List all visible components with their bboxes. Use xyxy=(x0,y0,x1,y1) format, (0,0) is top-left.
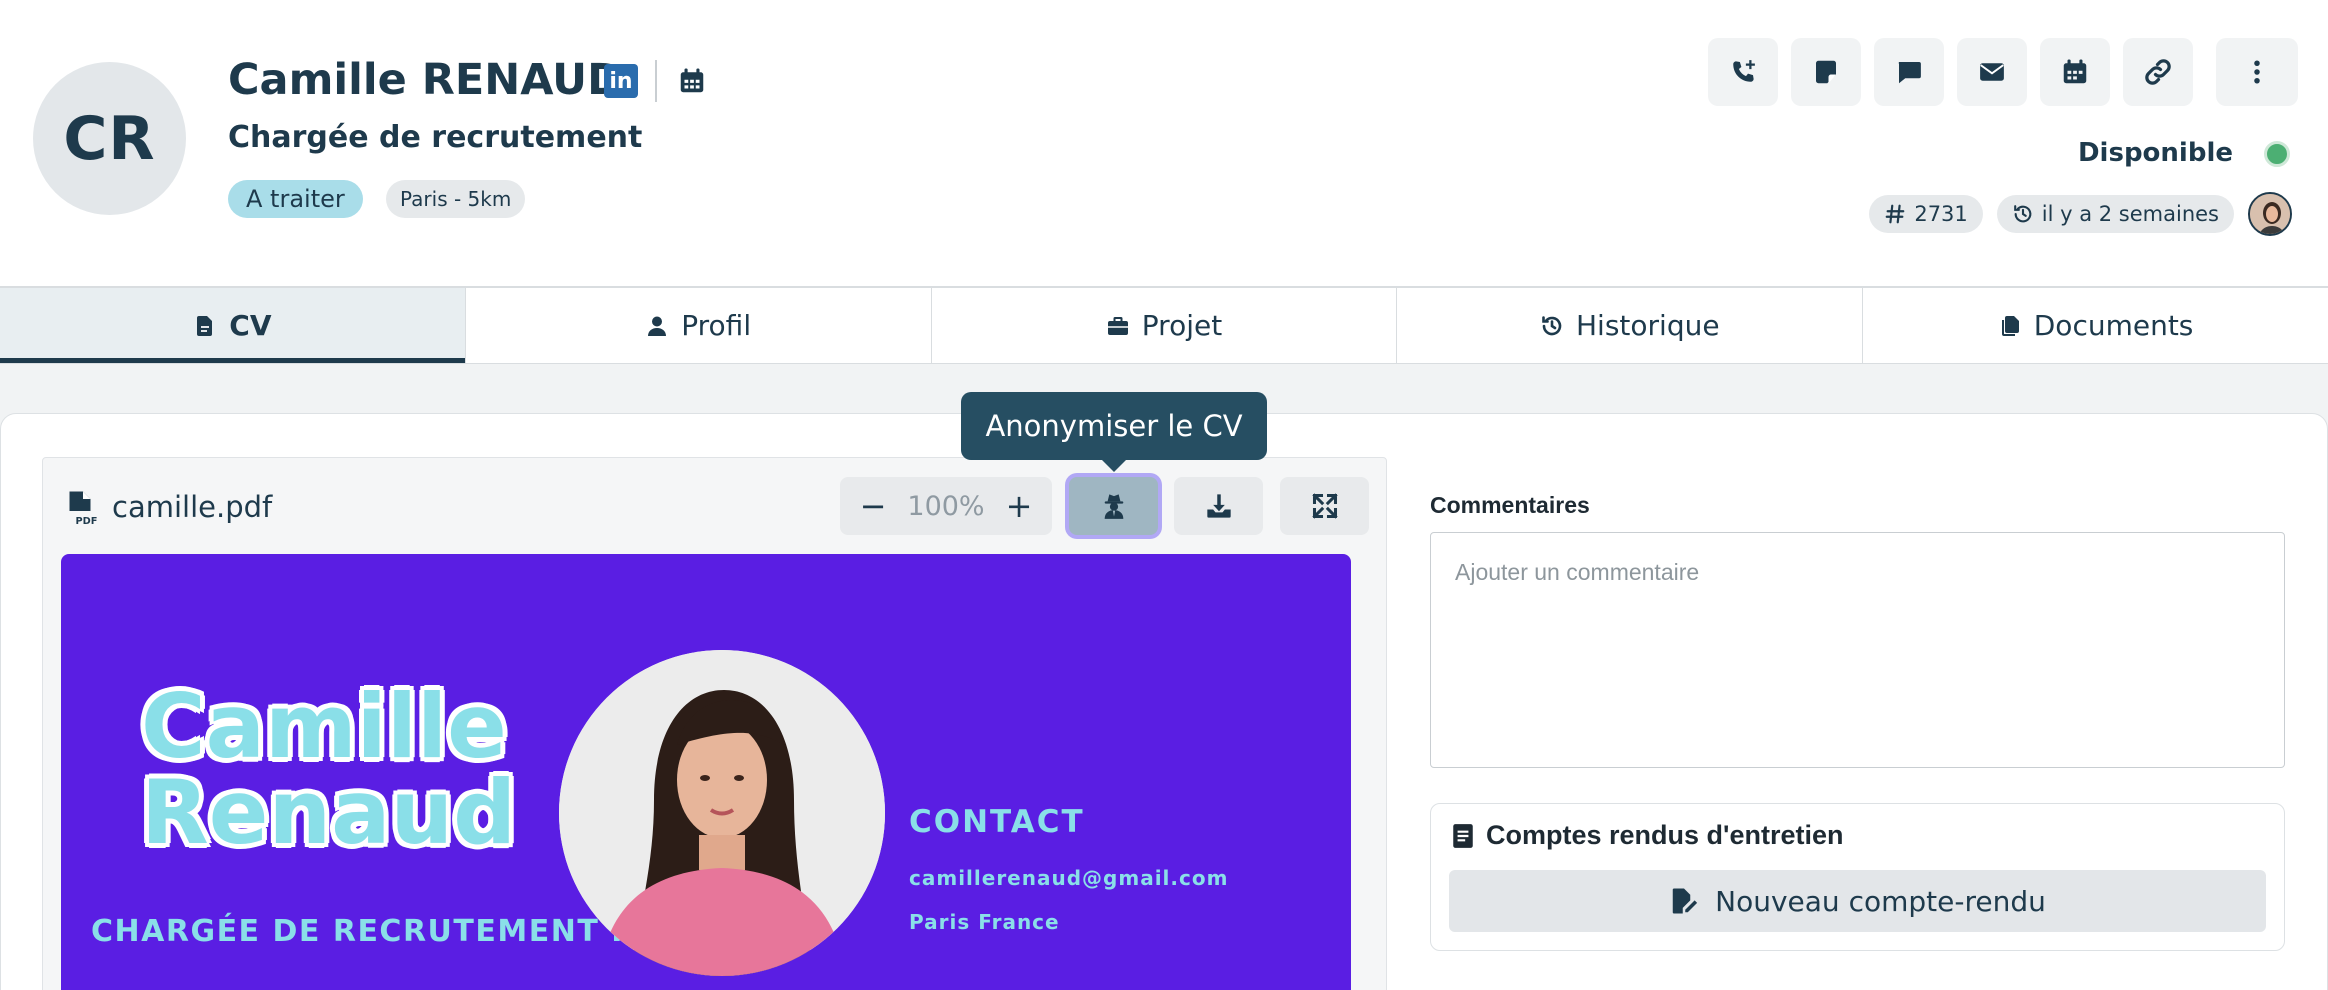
documents-icon xyxy=(2001,315,2019,336)
cv-photo xyxy=(559,650,885,976)
tab-historique[interactable]: Historique xyxy=(1397,288,1864,363)
cv-portrait xyxy=(559,650,885,976)
interview-reports-label: Comptes rendus d'entretien xyxy=(1486,820,1844,850)
cv-document-page: Camille Renaud CHARGÉE DE RECRUTEMENT IT… xyxy=(61,554,1351,990)
cv-name: Camille Renaud xyxy=(139,675,517,864)
briefcase-icon xyxy=(1107,316,1128,335)
file-icon xyxy=(197,315,213,336)
call-button[interactable] xyxy=(1708,38,1778,106)
download-icon xyxy=(1206,494,1231,518)
new-report-button[interactable]: Nouveau compte-rendu xyxy=(1449,870,2266,932)
last-update-badge: il y a 2 semaines xyxy=(1996,195,2234,233)
recruiter-avatar[interactable] xyxy=(2248,192,2292,236)
user-icon xyxy=(648,316,667,336)
candidate-avatar: CR xyxy=(33,62,186,215)
zoom-level: 100% xyxy=(907,490,985,522)
phone-plus-icon xyxy=(1733,60,1755,82)
pdf-file-icon: PDF xyxy=(69,491,98,526)
id-badge: 2731 xyxy=(1869,195,1983,233)
comment-icon xyxy=(1898,62,1921,84)
schedule-button[interactable] xyxy=(2040,38,2110,106)
user-secret-icon xyxy=(1104,494,1123,519)
history-icon xyxy=(1542,315,1562,335)
last-update-text: il y a 2 semaines xyxy=(2041,202,2219,226)
zoom-control: − 100% + xyxy=(840,477,1052,535)
fullscreen-button[interactable] xyxy=(1280,477,1369,535)
file-pen-icon xyxy=(1672,888,1698,914)
comments-input[interactable]: Ajouter un commentaire xyxy=(1430,532,2285,768)
availability-label: Disponible xyxy=(2077,138,2233,168)
tab-label: CV xyxy=(229,309,272,342)
expand-icon xyxy=(1311,493,1338,519)
candidate-header: CR Camille RENAUD in Chargée de recrutem… xyxy=(0,0,2328,288)
calendar-icon xyxy=(2063,59,2087,84)
recruiter-photo xyxy=(2250,194,2290,234)
status-badge[interactable]: A traiter xyxy=(228,180,363,218)
zoom-out-button[interactable]: − xyxy=(858,487,888,525)
tab-label: Documents xyxy=(2033,309,2194,342)
history-icon xyxy=(2013,205,2032,223)
tab-projet[interactable]: Projet xyxy=(932,288,1398,363)
more-button[interactable] xyxy=(2216,38,2298,106)
svg-text:PDF: PDF xyxy=(76,516,98,526)
cv-last-name: Renaud xyxy=(139,761,517,864)
candidate-job-title: Chargée de recrutement xyxy=(228,120,643,155)
calendar-icon[interactable] xyxy=(677,66,707,96)
envelope-icon xyxy=(1980,63,2004,81)
email-button[interactable] xyxy=(1957,38,2027,106)
availability-indicator xyxy=(2264,141,2290,167)
cv-city: Paris France xyxy=(909,910,1060,934)
tab-cv[interactable]: CV xyxy=(0,288,466,363)
tab-label: Historique xyxy=(1576,309,1720,342)
meta-row: 2731 il y a 2 semaines xyxy=(1869,192,2292,236)
link-icon xyxy=(2145,59,2171,85)
action-toolbar xyxy=(1708,38,2298,106)
sticky-note-icon xyxy=(1816,60,1836,84)
link-button[interactable] xyxy=(2123,38,2193,106)
note-button[interactable] xyxy=(1791,38,1861,106)
zoom-in-button[interactable]: + xyxy=(1004,487,1034,525)
tab-profil[interactable]: Profil xyxy=(466,288,932,363)
ellipsis-vertical-icon xyxy=(2254,60,2260,84)
anonymize-tooltip: Anonymiser le CV xyxy=(961,392,1267,472)
id-number: 2731 xyxy=(1914,202,1968,226)
tab-label: Projet xyxy=(1141,309,1223,342)
download-button[interactable] xyxy=(1174,477,1263,535)
divider xyxy=(655,60,657,102)
anonymize-button[interactable] xyxy=(1069,477,1158,535)
cv-email: camillerenaud@gmail.com xyxy=(909,866,1229,890)
cv-first-name: Camille xyxy=(139,675,508,778)
comments-label: Commentaires xyxy=(1430,492,1590,518)
interview-reports-title: Comptes rendus d'entretien xyxy=(1452,820,1843,851)
hashtag-icon xyxy=(1885,204,1905,224)
pdf-file-name: camille.pdf xyxy=(112,490,273,524)
new-report-label: Nouveau compte-rendu xyxy=(1715,884,2046,918)
cv-contact-heading: CONTACT xyxy=(909,804,1085,840)
tab-documents[interactable]: Documents xyxy=(1863,288,2328,363)
linkedin-icon[interactable]: in xyxy=(604,64,638,98)
cv-role: CHARGÉE DE RECRUTEMENT IT xyxy=(91,914,646,949)
candidate-name: Camille RENAUD xyxy=(228,55,623,105)
message-button[interactable] xyxy=(1874,38,1944,106)
location-badge: Paris - 5km xyxy=(386,180,526,218)
file-lines-icon xyxy=(1453,823,1473,848)
tab-label: Profil xyxy=(681,309,752,342)
tab-bar: CV Profil Projet Historique Documents xyxy=(0,288,2328,364)
